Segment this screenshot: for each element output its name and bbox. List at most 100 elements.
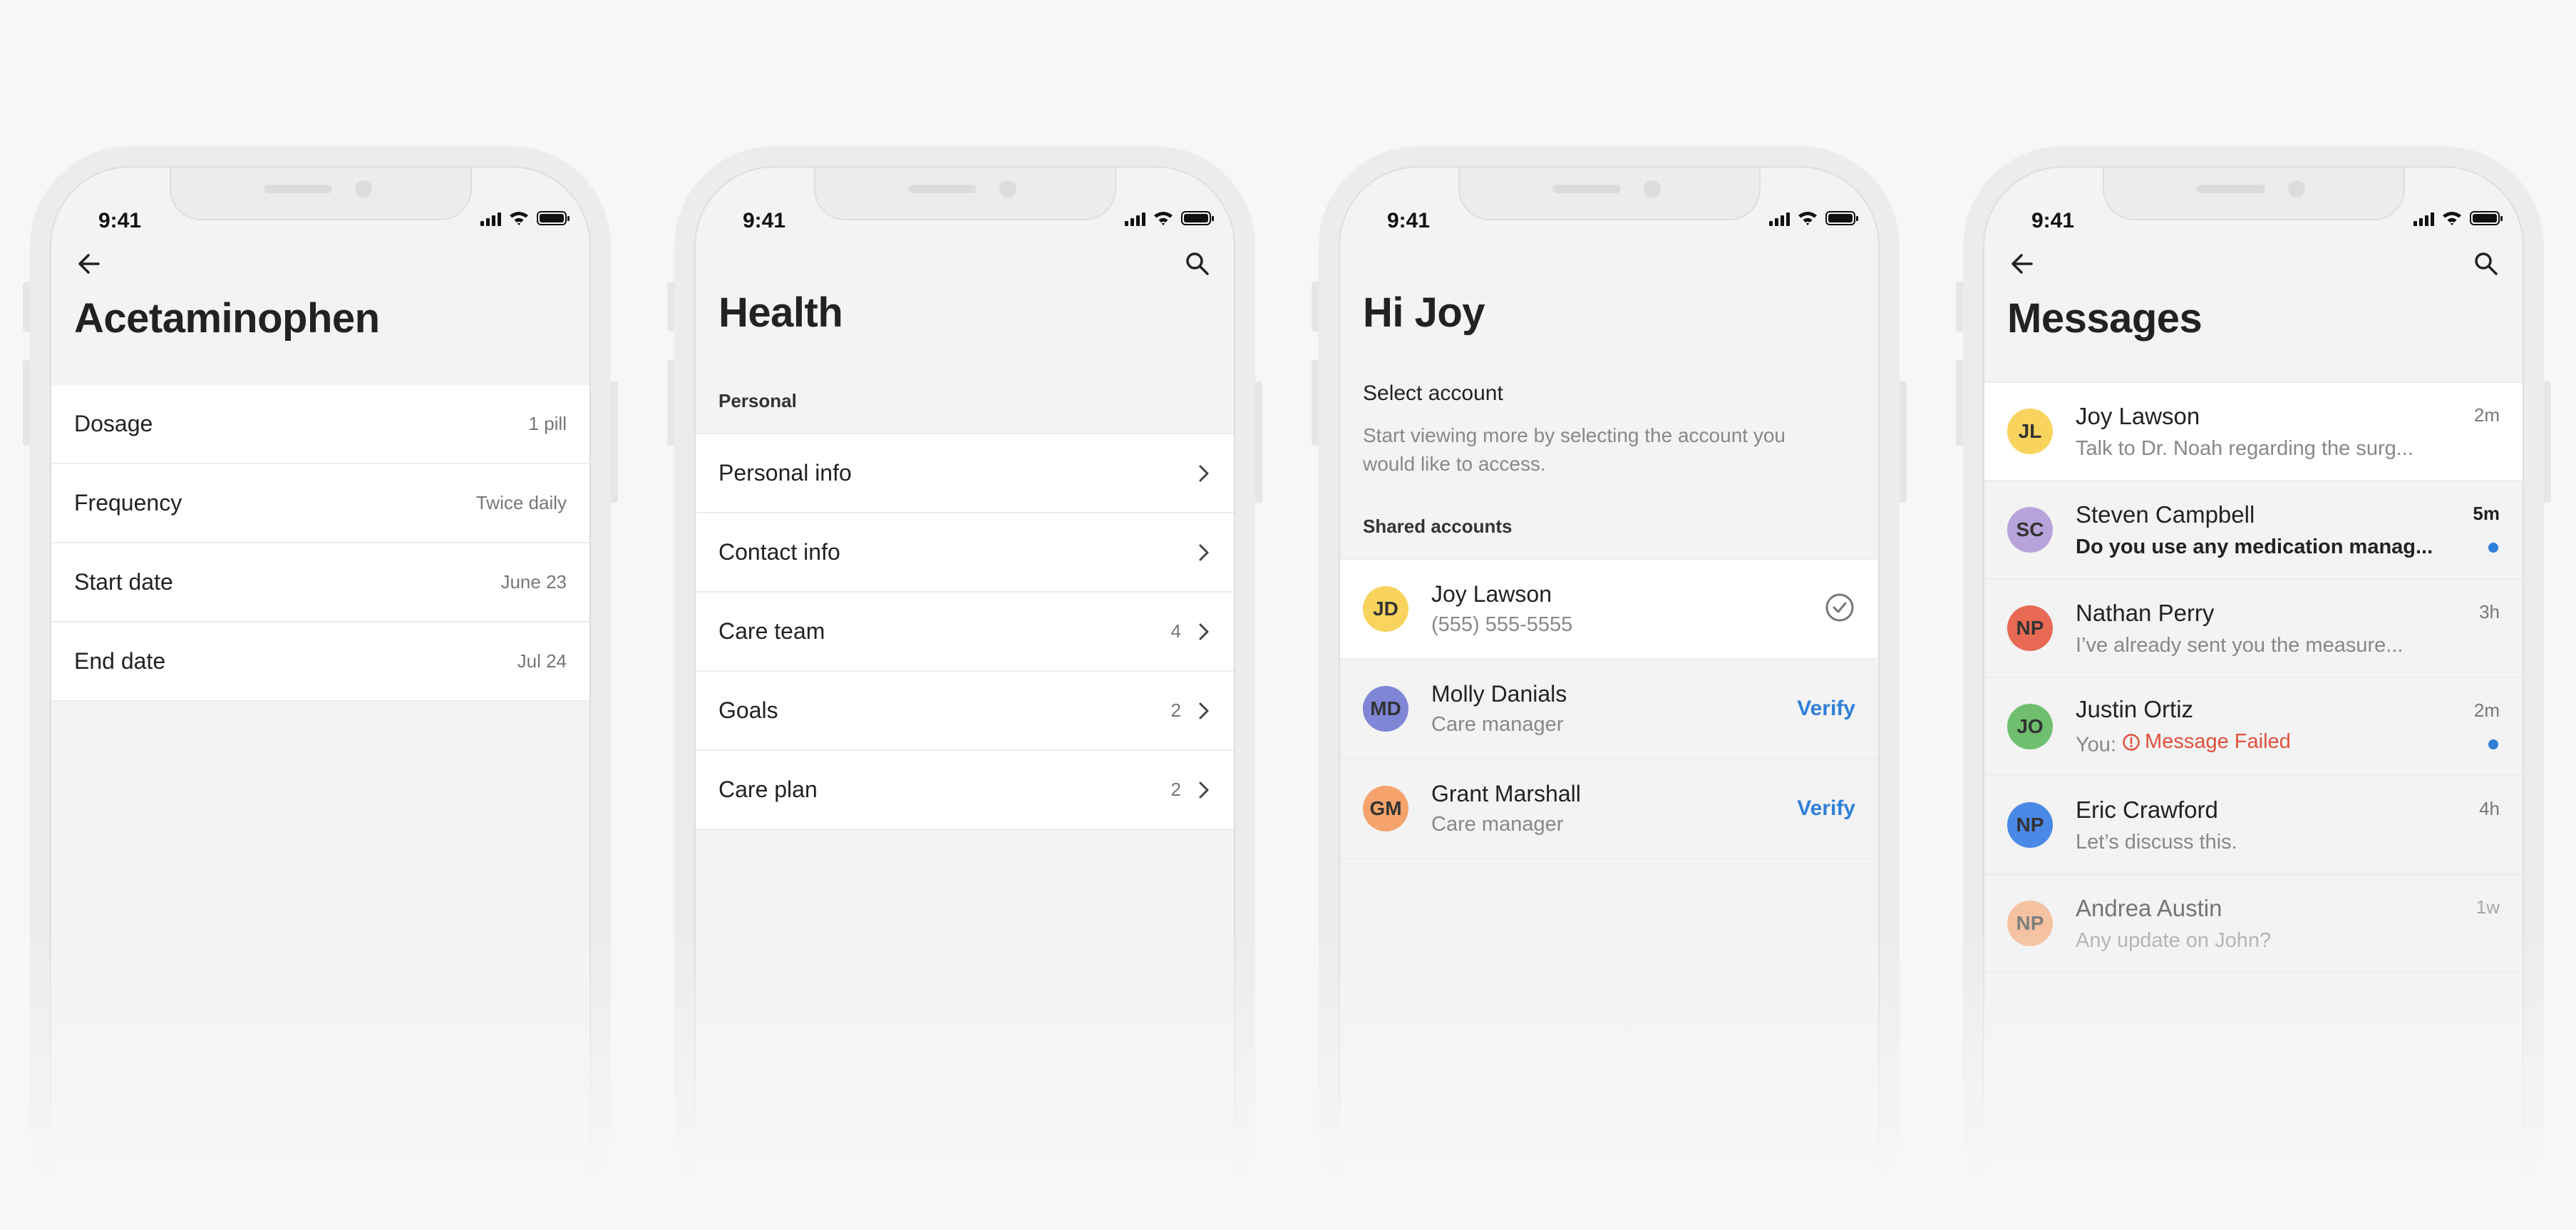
account-name: Grant Marshall xyxy=(1431,781,1581,806)
status-icons xyxy=(1769,210,1858,226)
chevron-right-icon xyxy=(1197,463,1211,484)
contact-name: Eric Crawford xyxy=(2076,796,2218,823)
row-label: Contact info xyxy=(718,539,840,565)
avatar: JO xyxy=(2007,704,2053,749)
back-button[interactable] xyxy=(2004,246,2040,282)
row-label: Care plan xyxy=(718,777,818,802)
row-label: Start date xyxy=(74,569,173,595)
description-line: Start viewing more by selecting the acco… xyxy=(1363,424,1786,446)
screen-medication: 9:41 Acetaminophen Dosage 1 pill Frequen… xyxy=(50,166,591,1230)
personal-info-row[interactable]: Personal info xyxy=(696,434,1234,513)
message-preview: Any update on John? xyxy=(2076,928,2272,952)
mute-switch xyxy=(23,282,30,332)
row-label: End date xyxy=(74,648,166,674)
verify-button[interactable]: Verify xyxy=(1797,796,1855,821)
battery-icon xyxy=(537,211,570,225)
account-row[interactable]: JD Joy Lawson (555) 555-5555 xyxy=(1340,560,1878,660)
volume-button xyxy=(23,360,30,446)
unread-dot xyxy=(2488,543,2498,553)
row-label: Care team xyxy=(718,618,825,644)
account-phone: (555) 555-5555 xyxy=(1431,613,1573,636)
end-date-row[interactable]: End date Jul 24 xyxy=(51,622,589,702)
description-line: would like to access. xyxy=(1363,453,1546,475)
status-time: 9:41 xyxy=(1387,209,1431,232)
power-button xyxy=(2544,381,2551,503)
message-time: 2m xyxy=(2473,699,2500,721)
screen-health: 9:41 Health Personal Personal info Conta… xyxy=(694,166,1235,1230)
avatar: SC xyxy=(2007,507,2053,553)
row-value: June 23 xyxy=(500,571,567,593)
avatar: JD xyxy=(1363,586,1408,632)
row-label: Dosage xyxy=(74,411,153,436)
check-circle-icon xyxy=(1824,592,1855,627)
row-label: Frequency xyxy=(74,490,182,516)
signal-icon xyxy=(480,210,501,226)
conversation-row[interactable]: NP Nathan Perry I’ve already sent you th… xyxy=(1984,580,2523,678)
avatar: NP xyxy=(2007,605,2053,651)
power-button xyxy=(1900,381,1907,503)
contact-name: Andrea Austin xyxy=(2076,894,2222,921)
notch xyxy=(1458,168,1761,220)
failed-label: Message Failed xyxy=(2145,730,2291,754)
search-button[interactable] xyxy=(2468,246,2504,282)
account-role: Care manager xyxy=(1431,813,1564,836)
message-time: 3h xyxy=(2479,601,2500,622)
wifi-icon xyxy=(1798,212,1817,225)
message-preview: Let’s discuss this. xyxy=(2076,830,2237,854)
screen-messages: 9:41 Messages JL Joy Lawson Talk to Dr. … xyxy=(1983,166,2524,1230)
frequency-row[interactable]: Frequency Twice daily xyxy=(51,464,589,543)
notch xyxy=(169,168,472,220)
conversation-row[interactable]: NP Andrea Austin Any update on John? 1w xyxy=(1984,875,2523,973)
preview-prefix: You: xyxy=(2076,733,2116,757)
battery-icon xyxy=(2470,211,2503,225)
account-name: Molly Danials xyxy=(1431,681,1567,707)
wifi-icon xyxy=(1154,212,1173,225)
row-label: Personal info xyxy=(718,460,852,486)
power-button xyxy=(611,381,618,503)
start-date-row[interactable]: Start date June 23 xyxy=(51,543,589,622)
conversation-row[interactable]: NP Eric Crawford Let’s discuss this. 4h xyxy=(1984,777,2523,875)
count-badge: 2 xyxy=(1170,699,1181,721)
conversation-row[interactable]: SC Steven Campbell Do you use any medica… xyxy=(1984,481,2523,580)
contact-name: Steven Campbell xyxy=(2076,501,2255,528)
screen-accounts: 9:41 Hi Joy Select account Start viewing… xyxy=(1339,166,1880,1230)
mute-switch xyxy=(667,282,674,332)
page-title: Messages xyxy=(2007,295,2203,342)
avatar: MD xyxy=(1363,686,1408,732)
avatar: GM xyxy=(1363,786,1408,831)
dosage-row[interactable]: Dosage 1 pill xyxy=(51,385,589,464)
volume-button xyxy=(1956,360,1963,446)
wifi-icon xyxy=(2443,212,2461,225)
message-preview: You: Message Failed xyxy=(2076,730,2446,757)
care-team-row[interactable]: Care team 4 xyxy=(696,593,1234,672)
chevron-right-icon xyxy=(1197,779,1211,801)
phone-messages: 9:41 Messages JL Joy Lawson Talk to Dr. … xyxy=(1956,146,2551,1230)
message-failed-status: Message Failed xyxy=(2122,730,2291,754)
conversation-row[interactable]: JO Justin Ortiz You: Message Failed 2m xyxy=(1984,678,2523,777)
signal-icon xyxy=(1125,210,1145,226)
signal-icon xyxy=(1769,210,1790,226)
accounts-list: JD Joy Lawson (555) 555-5555 MD Molly Da… xyxy=(1340,558,1878,859)
account-row: GM Grant Marshall Care manager Verify xyxy=(1340,759,1878,859)
care-plan-row[interactable]: Care plan 2 xyxy=(696,751,1234,830)
contact-name: Joy Lawson xyxy=(2076,402,2200,429)
contact-info-row[interactable]: Contact info xyxy=(696,513,1234,593)
select-account-description: Start viewing more by selecting the acco… xyxy=(1363,421,1786,478)
phone-accounts: 9:41 Hi Joy Select account Start viewing… xyxy=(1312,146,1907,1230)
search-button[interactable] xyxy=(1180,246,1215,282)
power-button xyxy=(1255,381,1262,503)
contact-name: Justin Ortiz xyxy=(2076,696,2194,723)
status-time: 9:41 xyxy=(743,209,786,232)
battery-icon xyxy=(1181,211,1214,225)
status-time: 9:41 xyxy=(2031,209,2075,232)
avatar: NP xyxy=(2007,901,2053,946)
row-label: Goals xyxy=(718,697,778,723)
verify-button[interactable]: Verify xyxy=(1797,697,1855,721)
conversation-row[interactable]: JL Joy Lawson Talk to Dr. Noah regarding… xyxy=(1984,383,2523,481)
status-icons xyxy=(2413,210,2503,226)
account-row: MD Molly Danials Care manager Verify xyxy=(1340,660,1878,759)
account-name: Joy Lawson xyxy=(1431,581,1552,607)
signal-icon xyxy=(2413,210,2434,226)
goals-row[interactable]: Goals 2 xyxy=(696,672,1234,751)
back-button[interactable] xyxy=(71,246,107,282)
